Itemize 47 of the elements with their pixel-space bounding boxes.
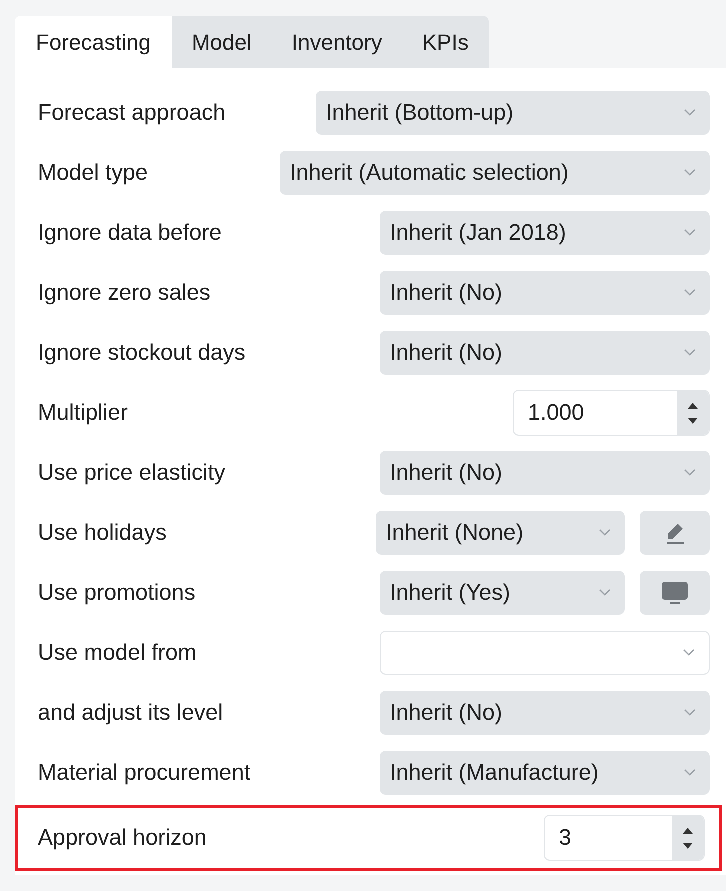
chevron-icon xyxy=(684,469,696,477)
field-label: Use promotions xyxy=(38,579,196,608)
field-label: Use price elasticity xyxy=(38,459,226,488)
field-label: Ignore data before xyxy=(38,219,222,248)
field-label: Use model from xyxy=(38,639,197,668)
chevron-icon xyxy=(684,349,696,357)
chevron-icon xyxy=(599,589,611,597)
monitor-icon xyxy=(660,580,690,606)
field-label: Ignore zero sales xyxy=(38,279,211,308)
down-arrow-icon[interactable] xyxy=(688,418,698,424)
chevron-icon xyxy=(684,169,696,177)
tab[interactable]: Inventory xyxy=(272,16,402,68)
dropdown[interactable]: Inherit (No) xyxy=(380,271,710,315)
chevron-icon xyxy=(684,289,696,297)
tab[interactable]: KPIs xyxy=(402,16,489,68)
field-label: Use holidays xyxy=(38,519,167,548)
field-label: Multiplier xyxy=(38,399,128,428)
chevron-icon xyxy=(683,649,695,657)
dropdown[interactable]: Inherit (Bottom-up) xyxy=(316,91,710,135)
chevron-icon xyxy=(684,109,696,117)
dropdown[interactable]: Inherit (Automatic selection) xyxy=(280,151,710,195)
chevron-icon xyxy=(684,229,696,237)
tab[interactable]: Forecasting xyxy=(15,16,172,68)
dropdown[interactable]: Inherit (No) xyxy=(380,451,710,495)
field-label: Material procurement xyxy=(38,759,251,788)
field-label: Ignore stockout days xyxy=(38,339,246,368)
field-label: Approval horizon xyxy=(38,824,207,852)
dropdown[interactable]: Inherit (Jan 2018) xyxy=(380,211,710,255)
chevron-icon xyxy=(684,709,696,717)
dropdown[interactable]: Inherit (Manufacture) xyxy=(380,751,710,795)
icon-button[interactable] xyxy=(640,511,710,555)
tab[interactable]: Model xyxy=(172,16,272,68)
down-arrow-icon[interactable] xyxy=(683,842,693,848)
chevron-icon xyxy=(599,529,611,537)
number-spinner[interactable]: 3 xyxy=(544,815,705,861)
field-label: Model type xyxy=(38,159,148,188)
field-label: Forecast approach xyxy=(38,99,226,128)
chevron-icon xyxy=(684,769,696,777)
dropdown[interactable]: Inherit (No) xyxy=(380,691,710,735)
dropdown[interactable]: Inherit (No) xyxy=(380,331,710,375)
up-arrow-icon[interactable] xyxy=(683,828,693,834)
dropdown[interactable]: Inherit (Yes) xyxy=(380,571,625,615)
number-spinner[interactable]: 1.000 xyxy=(513,390,710,436)
field-label: and adjust its level xyxy=(38,699,224,728)
icon-button[interactable] xyxy=(640,571,710,615)
dropdown[interactable]: Inherit (None) xyxy=(376,511,625,555)
up-arrow-icon[interactable] xyxy=(688,402,698,408)
